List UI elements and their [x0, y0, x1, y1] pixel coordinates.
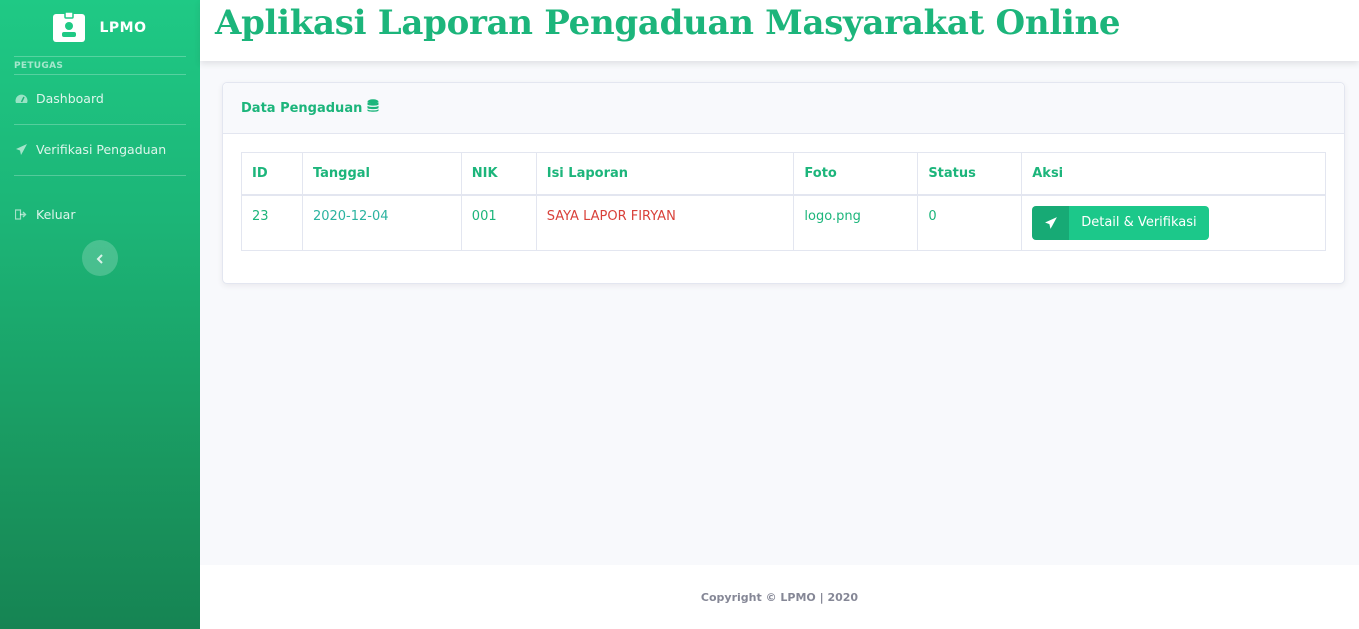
sidebar-item-label: Verifikasi Pengaduan	[36, 142, 167, 157]
cell-nik: 001	[460, 194, 537, 251]
cell-isi-laporan: SAYA LAPOR FIRYAN	[535, 194, 795, 251]
pengaduan-table: ID Tanggal NIK Isi Laporan Foto Status A…	[241, 152, 1326, 251]
paper-plane-icon	[1032, 205, 1070, 240]
column-header-foto: Foto	[793, 152, 919, 196]
sidebar-heading: PETUGAS	[14, 61, 64, 71]
paper-plane-icon	[14, 143, 28, 156]
cell-status: 0	[917, 194, 1023, 251]
sidebar-divider	[14, 124, 186, 125]
database-icon	[367, 99, 379, 117]
sidebar-item-verifikasi[interactable]: Verifikasi Pengaduan	[0, 142, 180, 157]
table-header-row: ID Tanggal NIK Isi Laporan Foto Status A…	[241, 152, 1326, 196]
card-header: Data Pengaduan	[223, 83, 1344, 134]
sidebar-item-keluar[interactable]: Keluar	[0, 207, 89, 222]
cell-foto: logo.png	[793, 194, 919, 251]
sign-out-icon	[14, 209, 28, 220]
page-title: Aplikasi Laporan Pengaduan Masyarakat On…	[215, 3, 1121, 43]
detail-verifikasi-button[interactable]: Detail & Verifikasi	[1032, 205, 1209, 240]
sidebar-toggle-button[interactable]	[82, 240, 118, 276]
copyright-text: Copyright © LPMO | 2020	[700, 590, 859, 604]
sidebar: LPMO PETUGAS Dashboard Verifikasi Pengad…	[0, 0, 200, 629]
card-title: Data Pengaduan	[241, 100, 363, 116]
cell-aksi: Detail & Verifikasi	[1021, 194, 1326, 251]
column-header-status: Status	[917, 152, 1023, 196]
column-header-isi-laporan: Isi Laporan	[535, 152, 795, 196]
sidebar-item-label: Keluar	[36, 207, 76, 222]
brand[interactable]: LPMO	[0, 0, 200, 56]
cell-id: 23	[241, 194, 303, 251]
sidebar-divider	[14, 74, 186, 75]
sidebar-divider	[14, 175, 186, 176]
column-header-id: ID	[241, 152, 303, 196]
sidebar-item-label: Dashboard	[36, 91, 104, 106]
button-label: Detail & Verifikasi	[1081, 215, 1197, 230]
sidebar-item-dashboard[interactable]: Dashboard	[0, 91, 118, 106]
footer: Copyright © LPMO | 2020	[200, 565, 1359, 629]
id-badge-icon	[53, 11, 86, 44]
brand-name: LPMO	[99, 20, 147, 36]
cell-tanggal: 2020-12-04	[301, 194, 462, 251]
chevron-left-icon	[96, 249, 104, 268]
column-header-nik: NIK	[460, 152, 537, 196]
column-header-aksi: Aksi	[1021, 152, 1326, 196]
column-header-tanggal: Tanggal	[301, 152, 462, 196]
topbar: Aplikasi Laporan Pengaduan Masyarakat On…	[200, 0, 1359, 61]
table-row: 23 2020-12-04 001 SAYA LAPOR FIRYAN logo…	[241, 194, 1326, 251]
tachometer-icon	[14, 93, 28, 104]
data-card: Data Pengaduan ID Tanggal NIK Isi Lapora…	[222, 82, 1345, 284]
